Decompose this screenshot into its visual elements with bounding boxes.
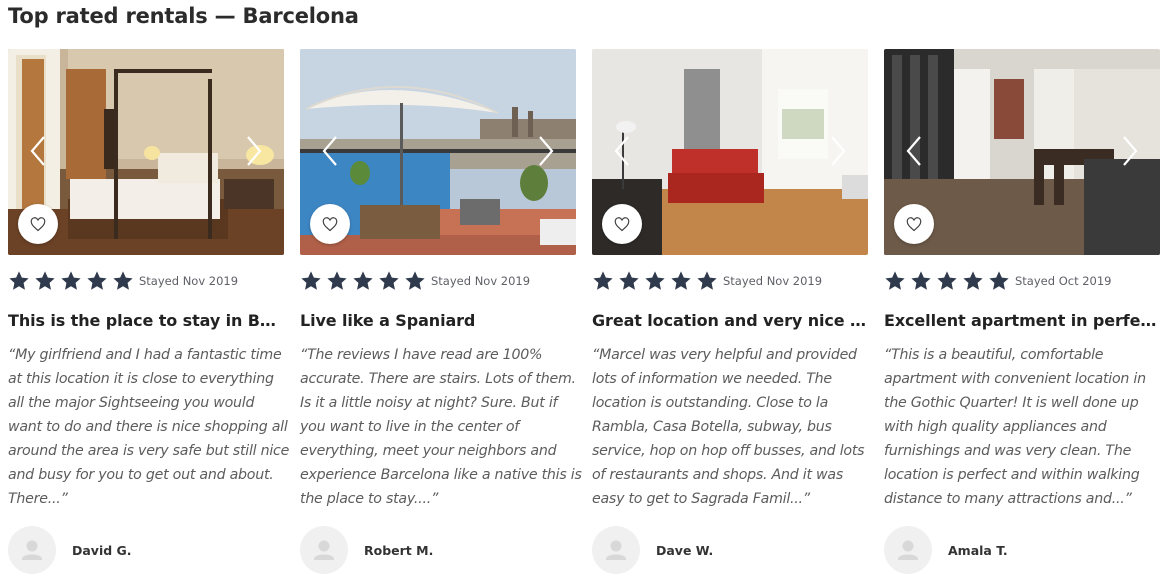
- review-title[interactable]: Excellent apartment in perfect l...: [884, 311, 1160, 330]
- avatar: [8, 526, 56, 574]
- star-icon: [937, 271, 957, 290]
- chevron-right-icon[interactable]: [536, 133, 556, 169]
- review-text: “My girlfriend and I had a fantastic tim…: [8, 347, 290, 507]
- star-icon: [671, 271, 691, 290]
- review-text: “The reviews I have read are 100% accura…: [300, 347, 582, 507]
- rating-row: Stayed Nov 2019: [300, 268, 530, 294]
- star-rating: [8, 270, 138, 292]
- rating-row: Stayed Nov 2019: [592, 268, 822, 294]
- stay-date: Stayed Nov 2019: [723, 274, 823, 288]
- star-icon: [61, 271, 81, 290]
- avatar: [884, 526, 932, 574]
- author-name: Amala T.: [948, 542, 1008, 558]
- favorite-button[interactable]: [310, 204, 350, 244]
- review-author: Robert M.: [300, 526, 433, 574]
- heart-outline-icon: [30, 216, 46, 231]
- chevron-left-icon[interactable]: [28, 133, 48, 169]
- review-card: Stayed Nov 2019 Live like a Spaniard “Th…: [300, 49, 582, 588]
- star-icon: [301, 271, 321, 290]
- review-text: “Marcel was very helpful and provided lo…: [592, 347, 865, 507]
- stay-date: Stayed Nov 2019: [139, 274, 239, 288]
- stay-date: Stayed Oct 2019: [1015, 274, 1112, 288]
- review-title[interactable]: Great location and very nice apa...: [592, 311, 868, 330]
- chevron-right-icon[interactable]: [828, 133, 848, 169]
- review-card: Stayed Oct 2019 Excellent apartment in p…: [884, 49, 1160, 588]
- review-card: Stayed Nov 2019 This is the place to sta…: [8, 49, 289, 588]
- chevron-left-icon[interactable]: [904, 133, 924, 169]
- user-silhouette-icon: [314, 540, 334, 560]
- review-card: Stayed Nov 2019 Great location and very …: [592, 49, 868, 588]
- user-silhouette-icon: [606, 540, 626, 560]
- listing-photo[interactable]: [592, 49, 868, 255]
- review-cards: Stayed Nov 2019 This is the place to sta…: [8, 49, 1160, 588]
- review-title[interactable]: Live like a Spaniard: [300, 311, 576, 330]
- star-icon: [379, 271, 399, 290]
- rating-row: Stayed Oct 2019: [884, 268, 1112, 294]
- listing-photo[interactable]: [8, 49, 284, 255]
- star-icon: [87, 271, 107, 290]
- author-name: Dave W.: [656, 542, 714, 558]
- chevron-left-icon[interactable]: [612, 133, 632, 169]
- avatar: [300, 526, 348, 574]
- star-icon: [619, 271, 639, 290]
- review-text: “This is a beautiful, comfortable apartm…: [884, 347, 1146, 507]
- user-silhouette-icon: [22, 540, 42, 560]
- star-icon: [645, 271, 665, 290]
- star-icon: [989, 271, 1009, 290]
- review-title[interactable]: This is the place to stay in Barce...: [8, 311, 284, 330]
- star-rating: [300, 270, 430, 292]
- star-icon: [353, 271, 373, 290]
- heart-outline-icon: [322, 216, 338, 231]
- review-author: David G.: [8, 526, 132, 574]
- star-icon: [113, 271, 133, 290]
- chevron-right-icon[interactable]: [244, 133, 264, 169]
- star-icon: [697, 271, 717, 290]
- favorite-button[interactable]: [894, 204, 934, 244]
- review-author: Amala T.: [884, 526, 1008, 574]
- star-icon: [9, 271, 29, 290]
- star-rating: [592, 270, 722, 292]
- chevron-left-icon[interactable]: [320, 133, 340, 169]
- chevron-right-icon[interactable]: [1120, 133, 1140, 169]
- favorite-button[interactable]: [602, 204, 642, 244]
- star-icon: [885, 271, 905, 290]
- star-icon: [911, 271, 931, 290]
- page-title: Top rated rentals — Barcelona: [8, 4, 359, 28]
- listing-photo[interactable]: [884, 49, 1160, 255]
- star-icon: [35, 271, 55, 290]
- star-icon: [405, 271, 425, 290]
- heart-outline-icon: [614, 216, 630, 231]
- user-silhouette-icon: [898, 540, 918, 560]
- star-icon: [327, 271, 347, 290]
- rating-row: Stayed Nov 2019: [8, 268, 238, 294]
- review-author: Dave W.: [592, 526, 713, 574]
- avatar: [592, 526, 640, 574]
- listing-photo[interactable]: [300, 49, 576, 255]
- star-icon: [593, 271, 613, 290]
- star-rating: [884, 270, 1014, 292]
- heart-outline-icon: [906, 216, 922, 231]
- author-name: David G.: [72, 542, 132, 558]
- favorite-button[interactable]: [18, 204, 58, 244]
- author-name: Robert M.: [364, 542, 434, 558]
- star-icon: [963, 271, 983, 290]
- stay-date: Stayed Nov 2019: [431, 274, 531, 288]
